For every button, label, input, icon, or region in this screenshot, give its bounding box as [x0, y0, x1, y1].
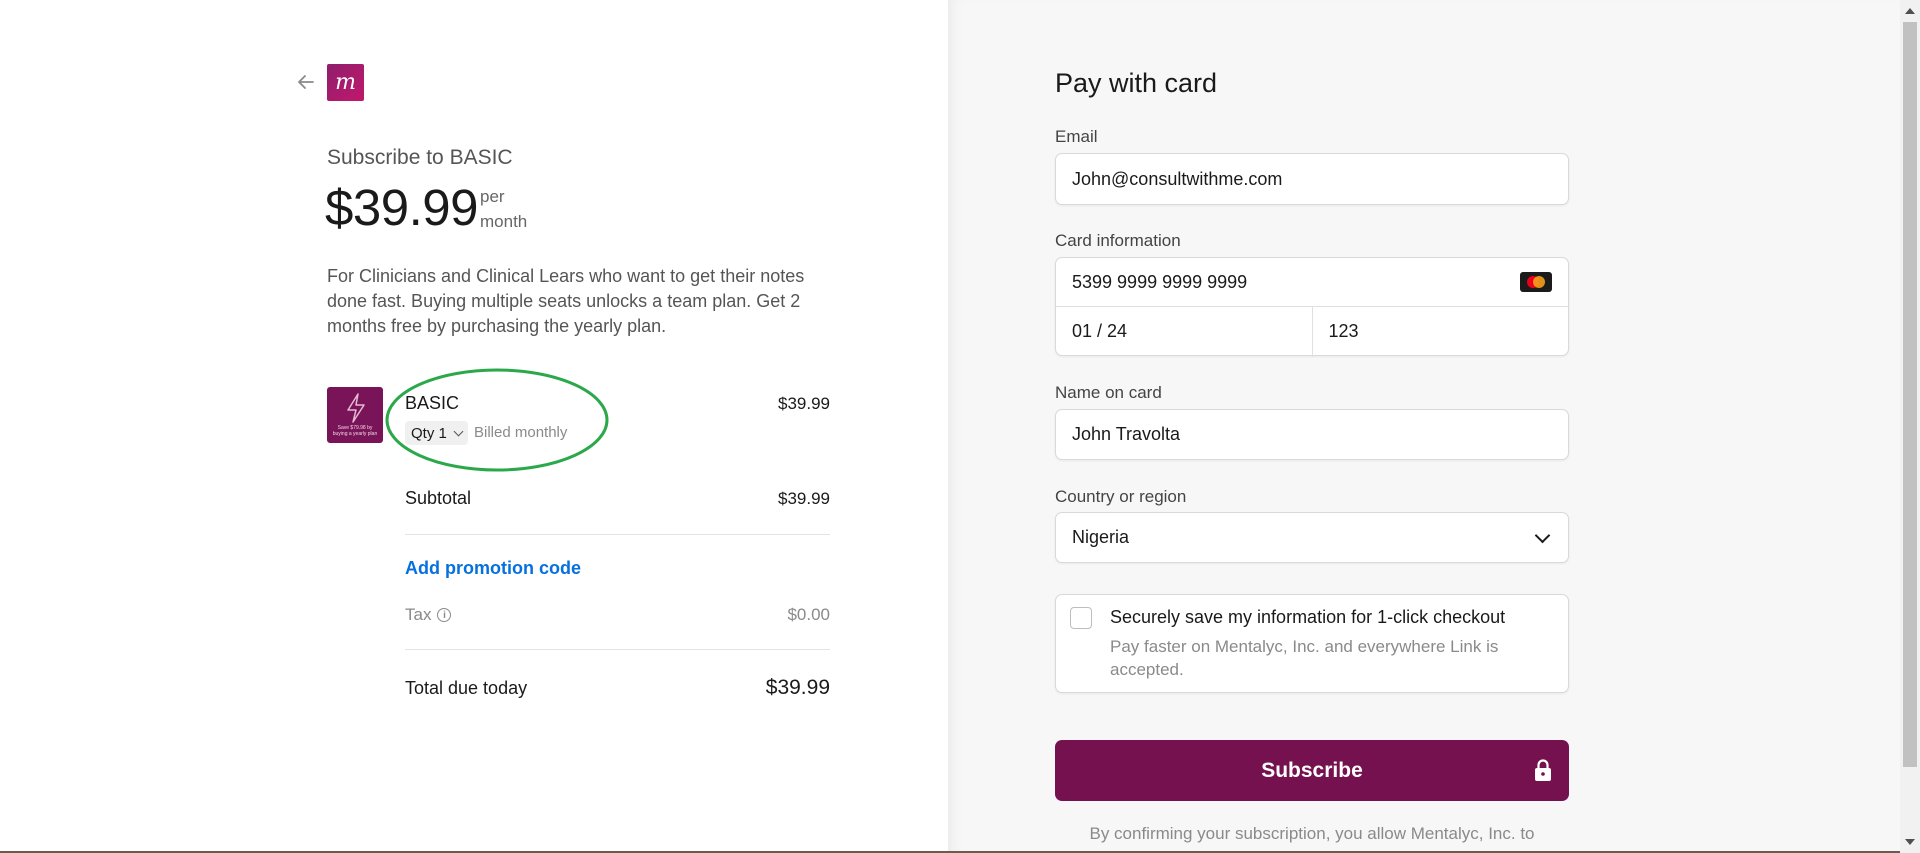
divider	[405, 534, 830, 535]
pay-with-card-title: Pay with card	[1055, 68, 1218, 98]
vertical-scrollbar[interactable]	[1900, 0, 1920, 853]
back-arrow-icon[interactable]	[296, 72, 316, 92]
email-label: Email	[1055, 127, 1098, 146]
subscribe-button[interactable]: Subscribe	[1055, 740, 1569, 801]
subscribe-title: Subscribe to BASIC	[327, 146, 513, 169]
card-information-field	[1055, 257, 1569, 357]
country-select[interactable]: Nigeria	[1055, 512, 1569, 563]
save-info-panel: Securely save my information for 1-click…	[1055, 594, 1569, 693]
total-label: Total due today	[405, 677, 528, 698]
info-icon[interactable]: i	[437, 608, 452, 622]
subtotal-row: Subtotal $39.99	[405, 488, 830, 509]
subscribe-label: Subscribe	[1261, 758, 1363, 782]
plan-price: $39.99	[325, 179, 479, 236]
subtotal-value: $39.99	[778, 488, 830, 508]
card-number-input[interactable]	[1056, 258, 1568, 306]
scroll-up-arrow-icon[interactable]	[1905, 8, 1915, 14]
name-on-card-label: Name on card	[1055, 383, 1162, 402]
mentalyc-logo: m	[327, 64, 364, 101]
card-expiry-input[interactable]	[1056, 306, 1312, 357]
billing-period: Billed monthly	[474, 424, 568, 441]
scroll-down-arrow-icon[interactable]	[1905, 839, 1915, 845]
save-info-subtitle: Pay faster on Mentalyc, Inc. and everywh…	[1110, 637, 1499, 679]
tax-row: Tax i $0.00	[405, 605, 830, 625]
lightning-icon	[347, 393, 365, 423]
save-info-checkbox[interactable]	[1070, 607, 1092, 629]
scrollbar-thumb[interactable]	[1903, 22, 1917, 767]
consent-text: By confirming your subscription, you all…	[1089, 824, 1535, 843]
product-name: BASIC	[405, 393, 460, 413]
price-period: per month	[480, 187, 528, 231]
card-number-row	[1056, 258, 1568, 307]
card-expiry-cvc-row	[1056, 306, 1568, 357]
tax-label: Tax	[405, 605, 432, 624]
country-value: Nigeria	[1072, 527, 1130, 547]
total-value: $39.99	[765, 676, 830, 699]
subtotal-label: Subtotal	[405, 488, 472, 508]
thumbnail-caption: Save $79.98 by buying a yearly plan	[332, 425, 378, 437]
plan-description: For Clinicians and Clinical Lears who wa…	[327, 266, 805, 336]
name-on-card-field[interactable]	[1055, 409, 1569, 460]
divider	[405, 649, 830, 650]
add-promotion-code-link[interactable]: Add promotion code	[405, 558, 581, 579]
card-information-label: Card information	[1055, 231, 1181, 250]
product-price: $39.99	[778, 394, 830, 413]
total-row: Total due today $39.99	[405, 676, 830, 700]
quantity-label: Qty 1	[411, 424, 447, 442]
product-thumbnail: Save $79.98 by buying a yearly plan	[327, 387, 383, 443]
name-on-card-input[interactable]	[1056, 410, 1568, 459]
mastercard-icon	[1520, 272, 1552, 292]
quantity-selector[interactable]: Qty 1	[405, 421, 468, 445]
chevron-down-icon	[453, 426, 464, 436]
email-field[interactable]	[1055, 153, 1569, 205]
email-input[interactable]	[1056, 154, 1568, 204]
tax-value: $0.00	[787, 605, 830, 624]
lock-icon	[1535, 759, 1551, 781]
country-label: Country or region	[1055, 487, 1187, 506]
card-cvc-input[interactable]	[1312, 306, 1568, 357]
save-info-title: Securely save my information for 1-click…	[1110, 607, 1506, 627]
